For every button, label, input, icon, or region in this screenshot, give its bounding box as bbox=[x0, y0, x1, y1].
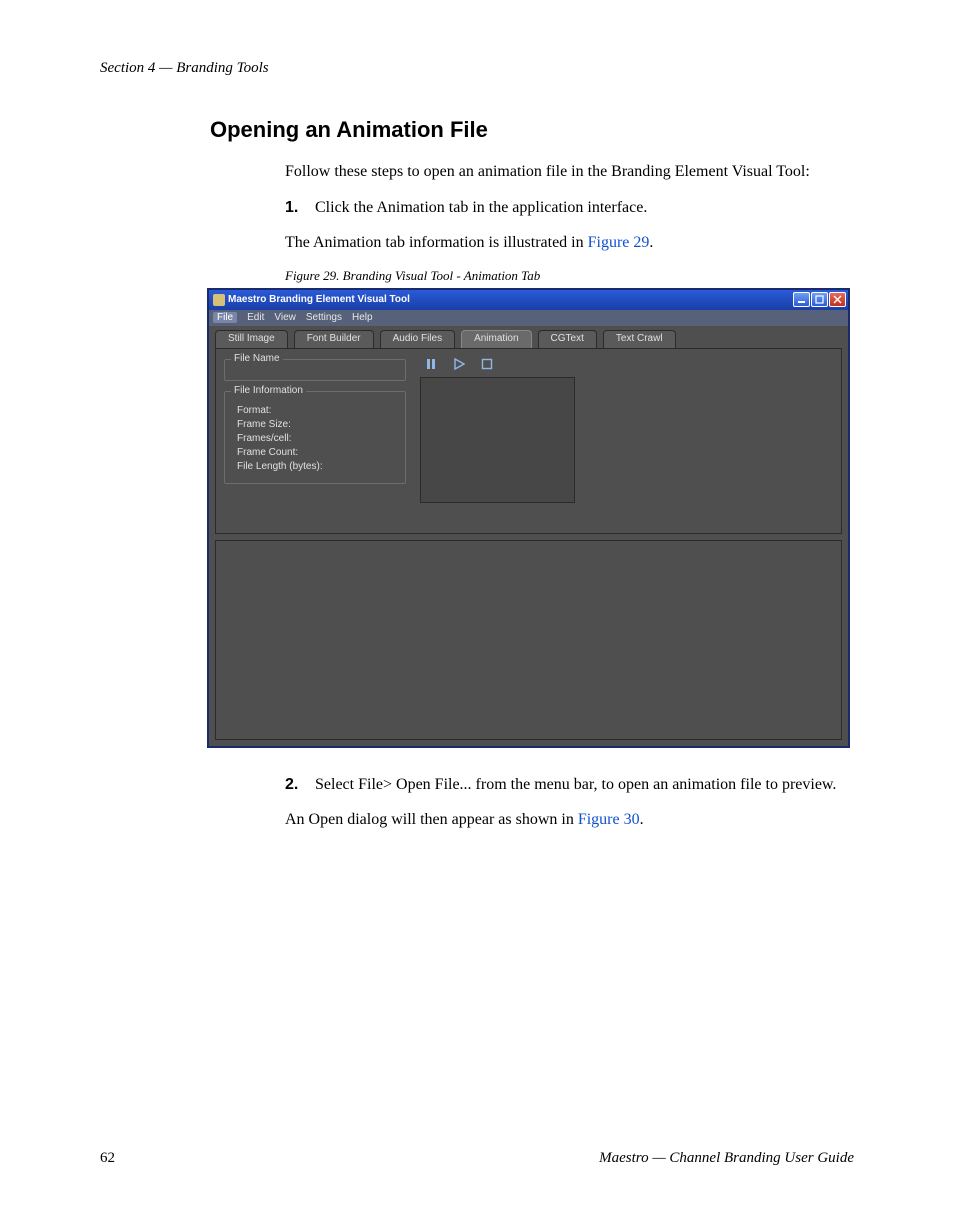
page-number: 62 bbox=[100, 1150, 115, 1167]
lower-panel bbox=[215, 540, 842, 740]
play-icon[interactable] bbox=[452, 357, 466, 371]
intro-text: Follow these steps to open an animation … bbox=[285, 161, 854, 183]
figure-29-link[interactable]: Figure 29 bbox=[588, 234, 650, 251]
player-controls bbox=[420, 355, 835, 377]
maximize-button[interactable] bbox=[811, 292, 828, 307]
tab-cgtext[interactable]: CGText bbox=[538, 330, 597, 348]
fig29-ref-pre: The Animation tab information is illustr… bbox=[285, 234, 588, 251]
tab-font-builder[interactable]: Font Builder bbox=[294, 330, 374, 348]
page-footer: 62 Maestro — Channel Branding User Guide bbox=[100, 1150, 854, 1167]
step-2-text: Select File> Open File... from the menu … bbox=[315, 774, 854, 796]
tab-audio-files[interactable]: Audio Files bbox=[380, 330, 455, 348]
step-2-number: 2. bbox=[285, 774, 315, 796]
section-header: Section 4 — Branding Tools bbox=[100, 60, 854, 77]
info-frame-size: Frame Size: bbox=[237, 419, 397, 430]
minimize-button[interactable] bbox=[793, 292, 810, 307]
fig30-ref-post: . bbox=[640, 811, 644, 828]
workarea: File Name File Information Format: Frame… bbox=[215, 348, 842, 534]
step-1-text: Click the Animation tab in the applicati… bbox=[315, 197, 854, 219]
menubar: File Edit View Settings Help bbox=[209, 310, 848, 326]
group-file-info-title: File Information bbox=[231, 385, 306, 396]
menu-file[interactable]: File bbox=[213, 312, 237, 323]
right-column bbox=[414, 349, 841, 533]
preview-area bbox=[420, 377, 575, 503]
close-button[interactable] bbox=[829, 292, 846, 307]
page-heading: Opening an Animation File bbox=[210, 117, 854, 143]
info-frame-count: Frame Count: bbox=[237, 447, 397, 458]
group-file-information: File Information Format: Frame Size: Fra… bbox=[224, 391, 406, 484]
stop-icon[interactable] bbox=[480, 357, 494, 371]
fig29-ref-post: . bbox=[649, 234, 653, 251]
tab-animation[interactable]: Animation bbox=[461, 330, 531, 348]
info-frames-per-cell: Frames/cell: bbox=[237, 433, 397, 444]
tab-text-crawl[interactable]: Text Crawl bbox=[603, 330, 676, 348]
fig30-ref-pre: An Open dialog will then appear as shown… bbox=[285, 811, 578, 828]
window-title: Maestro Branding Element Visual Tool bbox=[228, 294, 410, 305]
titlebar: Maestro Branding Element Visual Tool bbox=[209, 290, 848, 310]
step-1-number: 1. bbox=[285, 197, 315, 219]
menu-settings[interactable]: Settings bbox=[306, 312, 342, 323]
step-1: 1. Click the Animation tab in the applic… bbox=[285, 197, 854, 219]
app-icon bbox=[213, 294, 225, 306]
info-file-length: File Length (bytes): bbox=[237, 461, 397, 472]
menu-help[interactable]: Help bbox=[352, 312, 373, 323]
footer-doc-title: Maestro — Channel Branding User Guide bbox=[599, 1150, 854, 1167]
step-2: 2. Select File> Open File... from the me… bbox=[285, 774, 854, 796]
app-window: Maestro Branding Element Visual Tool Fil… bbox=[207, 288, 850, 748]
tabstrip: Still Image Font Builder Audio Files Ani… bbox=[209, 326, 848, 348]
figure29-reference: The Animation tab information is illustr… bbox=[285, 232, 854, 254]
left-column: File Name File Information Format: Frame… bbox=[216, 349, 414, 533]
info-format: Format: bbox=[237, 405, 397, 416]
menu-edit[interactable]: Edit bbox=[247, 312, 264, 323]
figure30-reference: An Open dialog will then appear as shown… bbox=[285, 809, 854, 831]
figure-30-link[interactable]: Figure 30 bbox=[578, 811, 640, 828]
group-file-name-title: File Name bbox=[231, 353, 283, 364]
figure-29-caption: Figure 29. Branding Visual Tool - Animat… bbox=[285, 268, 854, 284]
menu-view[interactable]: View bbox=[274, 312, 296, 323]
pause-icon[interactable] bbox=[424, 357, 438, 371]
group-file-name: File Name bbox=[224, 359, 406, 381]
tab-still-image[interactable]: Still Image bbox=[215, 330, 288, 348]
